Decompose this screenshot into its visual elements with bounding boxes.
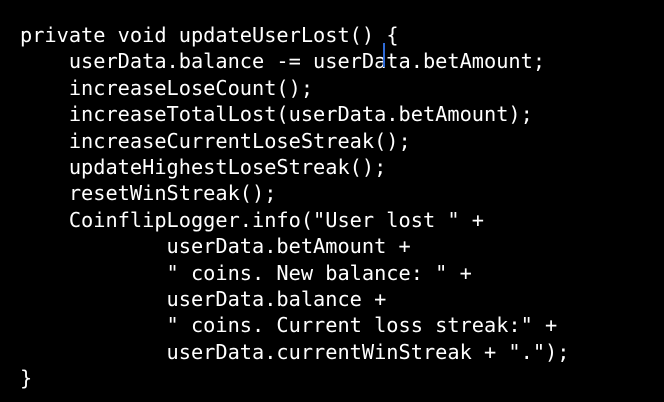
code-line-3: increaseLoseCount(); xyxy=(20,75,314,100)
code-line-1-brace: { xyxy=(386,23,399,47)
code-line-5: increaseCurrentLoseStreak(); xyxy=(20,128,411,153)
code-line-2: userData.balance -= userData.betAmount; xyxy=(20,49,546,74)
code-line-10: " coins. New balance: " + xyxy=(20,260,472,285)
code-line-1: private void updateUserLost() { xyxy=(20,22,664,67)
code-line-13: userData.currentWinStreak + "."); xyxy=(20,339,570,364)
code-line-6: updateHighestLoseStreak(); xyxy=(20,154,387,179)
code-line-14: } xyxy=(20,366,33,391)
code-editor[interactable]: private void updateUserLost() { userData… xyxy=(0,0,664,402)
code-line-12: " coins. Current loss streak:" + xyxy=(20,313,558,338)
code-line-1-text: private void updateUserLost() xyxy=(20,23,387,47)
code-line-8: CoinflipLogger.info("User lost " + xyxy=(20,207,484,232)
code-line-7: resetWinStreak(); xyxy=(20,181,277,206)
code-line-4: increaseTotalLost(userData.betAmount); xyxy=(20,102,533,127)
code-line-11: userData.balance + xyxy=(20,286,387,311)
code-line-9: userData.betAmount + xyxy=(20,234,411,259)
